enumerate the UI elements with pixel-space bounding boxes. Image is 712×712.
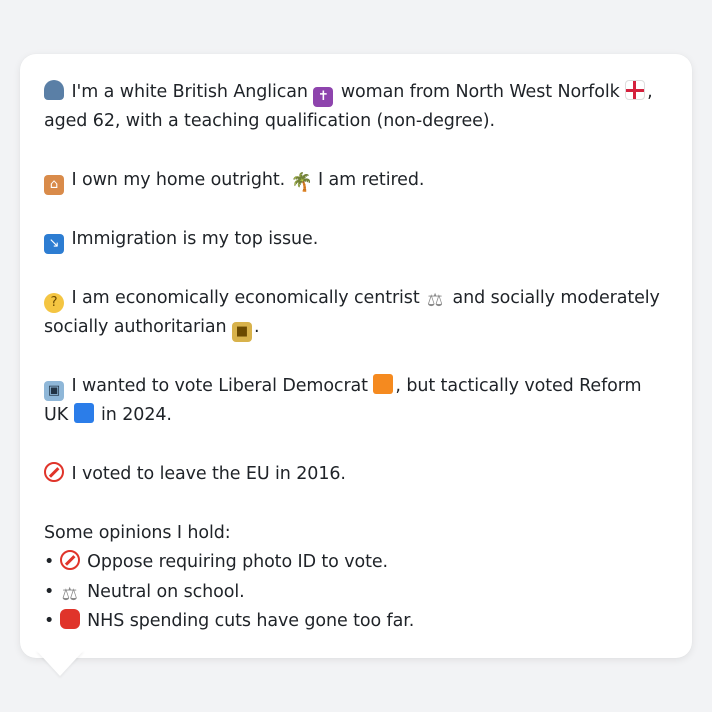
- opinion-item: • Oppose requiring photo ID to vote.: [44, 548, 668, 577]
- identity-line: I'm a white British Anglican ✝ woman fro…: [44, 78, 668, 137]
- home-line: ⌂ I own my home outright. 🌴 I am retired…: [44, 166, 668, 196]
- bullet: •: [44, 552, 55, 573]
- home-text: I own my home outright.: [71, 170, 286, 191]
- period-text: .: [253, 317, 260, 338]
- passport-control-icon: ↘: [44, 234, 64, 254]
- vote-intent-text: I wanted to vote Liberal Democrat: [71, 376, 368, 396]
- prohibited-icon: [44, 462, 64, 483]
- opinions-heading: Some opinions I hold:: [44, 523, 231, 543]
- person-silhouette-icon: [44, 80, 64, 100]
- england-flag-icon: [625, 80, 646, 100]
- issue-text: Immigration is my top issue.: [71, 229, 319, 249]
- social-text: and socially moderately: [452, 287, 660, 308]
- opinion-text: Neutral on school.: [87, 581, 245, 602]
- latin-cross-icon: ✝: [313, 87, 334, 107]
- identity-text: I'm a white British Anglican: [71, 82, 308, 102]
- identity-location-text: woman from North West Norfolk: [340, 82, 620, 102]
- identity-age-text: 62, with a teaching qualification (non-d…: [92, 111, 495, 132]
- orange-square-icon: [373, 374, 394, 394]
- bubble-tail: [36, 650, 84, 676]
- eu-line: I voted to leave the EU in 2016.: [44, 460, 668, 489]
- issue-line: ↘ Immigration is my top issue.: [44, 225, 668, 254]
- politics-line: ? I am economically economically centris…: [44, 284, 668, 343]
- vote-year-text: in 2024.: [101, 405, 172, 426]
- eu-text: I voted to leave the EU in 2016.: [71, 464, 346, 485]
- economic-text: I am economically economically centrist: [71, 287, 420, 308]
- opinion-item: • ⚖ Neutral on school.: [44, 578, 668, 607]
- bullet: •: [44, 581, 55, 602]
- palm-tree-icon: 🌴: [290, 172, 313, 194]
- authoritarian-text: socially authoritarian: [44, 317, 227, 338]
- lock-icon: ■: [231, 322, 252, 343]
- opinion-text: Oppose requiring photo ID to vote.: [87, 552, 388, 573]
- house-icon: ⌂: [44, 175, 64, 196]
- chat-message-bubble: I'm a white British Anglican ✝ woman fro…: [20, 54, 692, 658]
- stop-sign-icon: [59, 609, 80, 630]
- blue-square-icon: [73, 403, 94, 424]
- opinion-item: • NHS spending cuts have gone too far.: [44, 607, 668, 636]
- retired-text: I am retired.: [318, 170, 425, 191]
- vote-line: ▣ I wanted to vote Liberal Democrat , bu…: [44, 372, 668, 431]
- ballot-box-icon: ▣: [44, 381, 64, 401]
- prohibited-icon: [59, 550, 80, 571]
- bullet: •: [44, 611, 55, 632]
- balance-scale-icon: ⚖: [61, 583, 78, 605]
- balance-scale-icon: ⚖: [427, 289, 444, 311]
- opinion-text: NHS spending cuts have gone too far.: [87, 611, 415, 632]
- thinking-face-icon: ?: [44, 292, 64, 313]
